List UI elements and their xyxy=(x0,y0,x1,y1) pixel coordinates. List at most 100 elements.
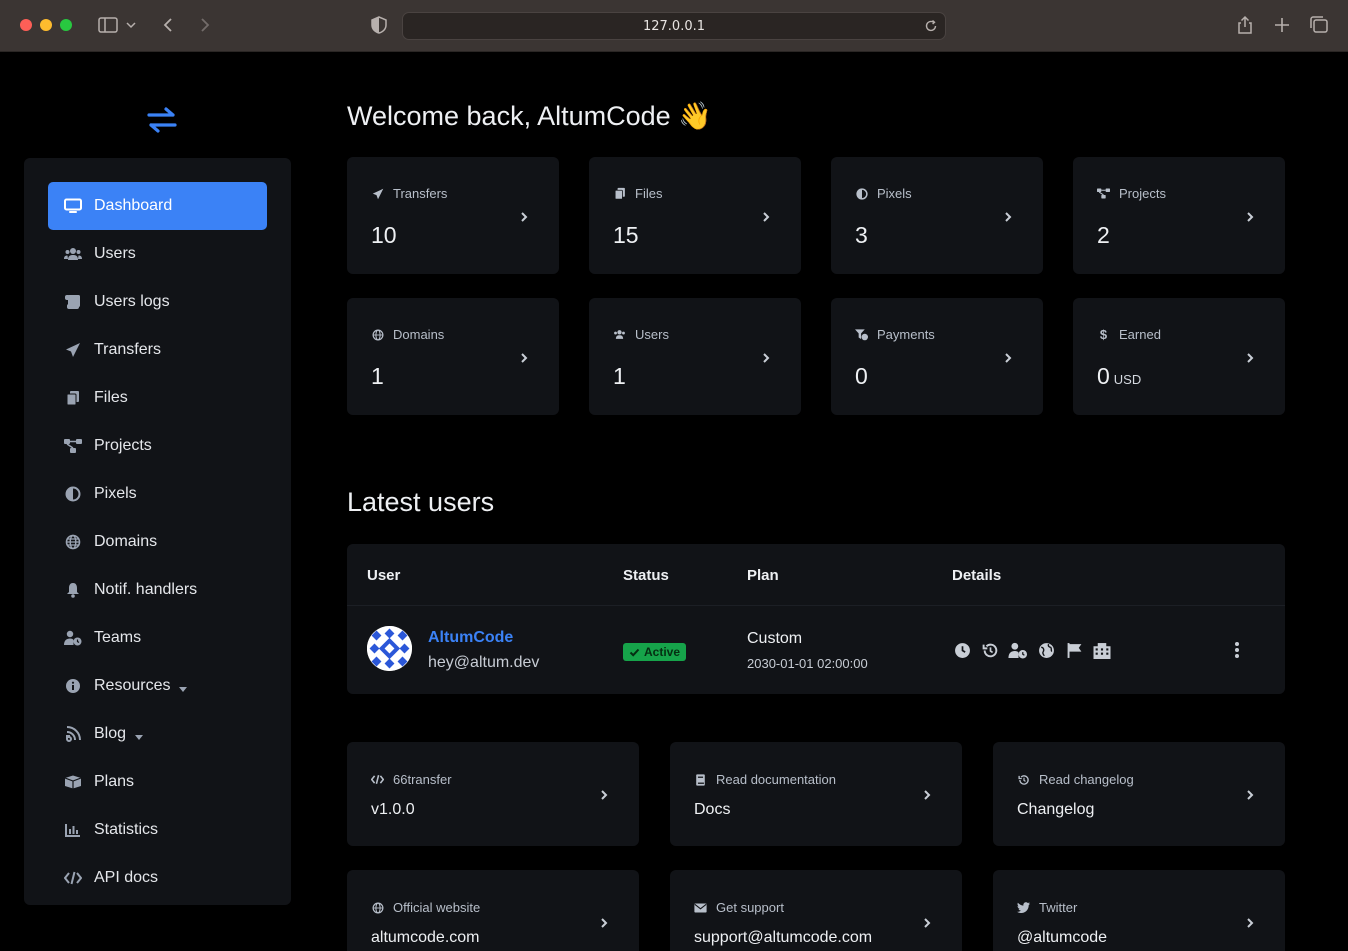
stat-label: Transfers xyxy=(393,186,448,201)
chevron-down-icon[interactable] xyxy=(124,14,138,36)
caret-down-icon xyxy=(178,681,188,692)
shield-icon[interactable] xyxy=(368,14,390,36)
sidebar-item-users[interactable]: Users xyxy=(48,230,267,278)
sidebar-item-statistics[interactable]: Statistics xyxy=(48,806,267,854)
link-card-website[interactable]: Official website altumcode.com xyxy=(347,870,639,951)
browser-toolbar: 127.0.0.1 xyxy=(0,0,1348,52)
sidebar-item-domains[interactable]: Domains xyxy=(48,518,267,566)
stat-label: Files xyxy=(635,186,663,201)
chevron-right-icon xyxy=(1245,916,1255,928)
status-text: Active xyxy=(644,645,681,659)
stat-card-users[interactable]: Users 1 xyxy=(589,298,801,415)
user-name-link[interactable]: AltumCode xyxy=(428,629,513,647)
sidebar-toggle-icon[interactable] xyxy=(97,14,119,36)
sidebar-item-blog[interactable]: Blog xyxy=(48,710,267,758)
avatar[interactable] xyxy=(367,626,412,671)
clock-icon[interactable] xyxy=(952,640,972,660)
stat-value: 1 xyxy=(371,363,384,389)
chevron-right-icon xyxy=(1245,210,1255,222)
globe-icon xyxy=(371,901,384,914)
bell-icon xyxy=(64,581,82,599)
app-logo[interactable] xyxy=(146,106,178,134)
chevron-right-icon xyxy=(519,210,529,222)
back-icon[interactable] xyxy=(158,14,180,36)
copy-icon xyxy=(64,389,82,407)
sidebar-item-label: Domains xyxy=(94,533,158,550)
stat-value: 15 xyxy=(613,222,639,248)
link-value: altumcode.com xyxy=(371,929,480,946)
share-icon[interactable] xyxy=(1234,14,1256,36)
tab-overview-icon[interactable] xyxy=(1308,14,1330,36)
maximize-window-button[interactable] xyxy=(60,19,72,31)
forward-icon[interactable] xyxy=(193,14,215,36)
sidebar-item-projects[interactable]: Projects xyxy=(48,422,267,470)
chevron-right-icon xyxy=(761,210,771,222)
chevron-right-icon xyxy=(1245,788,1255,800)
paper-plane-icon xyxy=(371,187,384,200)
link-label: Read documentation xyxy=(716,772,836,787)
copy-icon xyxy=(613,187,626,200)
chevron-right-icon xyxy=(922,788,932,800)
more-options-icon[interactable] xyxy=(1232,640,1242,660)
link-card-docs[interactable]: Read documentation Docs xyxy=(670,742,962,846)
stat-card-files[interactable]: Files 15 xyxy=(589,157,801,274)
table-divider xyxy=(347,605,1285,606)
stat-card-transfers[interactable]: Transfers 10 xyxy=(347,157,559,274)
funnel-dollar-icon xyxy=(855,328,868,341)
link-card-changelog[interactable]: Read changelog Changelog xyxy=(993,742,1285,846)
status-badge: Active xyxy=(623,643,687,661)
column-header-user: User xyxy=(367,567,401,584)
minimize-window-button[interactable] xyxy=(40,19,52,31)
close-window-button[interactable] xyxy=(20,19,32,31)
sidebar-item-users-logs[interactable]: Users logs xyxy=(48,278,267,326)
book-icon xyxy=(694,773,707,786)
sidebar-item-files[interactable]: Files xyxy=(48,374,267,422)
link-card-twitter[interactable]: Twitter @altumcode xyxy=(993,870,1285,951)
link-label: Get support xyxy=(716,900,784,915)
stat-value: 2 xyxy=(1097,222,1110,248)
chevron-right-icon xyxy=(1003,210,1013,222)
sidebar-item-pixels[interactable]: Pixels xyxy=(48,470,267,518)
sidebar-item-label: Resources xyxy=(94,677,171,694)
link-card-support[interactable]: Get support support@altumcode.com xyxy=(670,870,962,951)
stat-card-projects[interactable]: Projects 2 xyxy=(1073,157,1285,274)
link-card-version[interactable]: 66transfer v1.0.0 xyxy=(347,742,639,846)
sidebar-item-notif-handlers[interactable]: Notif. handlers xyxy=(48,566,267,614)
stat-card-domains[interactable]: Domains 1 xyxy=(347,298,559,415)
stat-label: Users xyxy=(635,327,669,342)
stat-value: 1 xyxy=(613,363,626,389)
column-header-plan: Plan xyxy=(747,567,779,584)
stat-value: 0 xyxy=(1097,363,1110,389)
sidebar-item-plans[interactable]: Plans xyxy=(48,758,267,806)
stat-value: 10 xyxy=(371,222,397,248)
currency-unit: USD xyxy=(1113,372,1142,387)
link-label: Official website xyxy=(393,900,481,915)
globe-icon[interactable] xyxy=(1036,640,1056,660)
stat-card-payments[interactable]: Payments 0 xyxy=(831,298,1043,415)
chevron-right-icon xyxy=(519,351,529,363)
sidebar-item-resources[interactable]: Resources xyxy=(48,662,267,710)
sidebar-item-label: Projects xyxy=(94,437,152,454)
sidebar-item-dashboard[interactable]: Dashboard xyxy=(48,182,267,230)
code-icon xyxy=(64,869,82,887)
paper-plane-icon xyxy=(64,341,82,359)
new-tab-icon[interactable] xyxy=(1271,14,1293,36)
sidebar-item-teams[interactable]: Teams xyxy=(48,614,267,662)
url-text: 127.0.0.1 xyxy=(642,19,706,34)
user-clock-icon[interactable] xyxy=(1008,640,1028,660)
link-label: Twitter xyxy=(1039,900,1078,915)
address-bar[interactable]: 127.0.0.1 xyxy=(402,12,946,40)
stat-card-earned[interactable]: $ Earned 0 USD xyxy=(1073,298,1285,415)
scroll-icon xyxy=(64,293,82,311)
building-icon[interactable] xyxy=(1092,640,1112,660)
sidebar-item-api-docs[interactable]: API docs xyxy=(48,854,267,902)
stat-label: Earned xyxy=(1119,327,1161,342)
history-icon xyxy=(1017,773,1030,786)
chevron-right-icon xyxy=(1245,351,1255,363)
reload-icon[interactable] xyxy=(923,18,939,34)
flag-icon[interactable] xyxy=(1064,640,1084,660)
sidebar-item-transfers[interactable]: Transfers xyxy=(48,326,267,374)
stat-card-pixels[interactable]: Pixels 3 xyxy=(831,157,1043,274)
sidebar-item-label: Pixels xyxy=(94,485,137,502)
history-icon[interactable] xyxy=(980,640,1000,660)
